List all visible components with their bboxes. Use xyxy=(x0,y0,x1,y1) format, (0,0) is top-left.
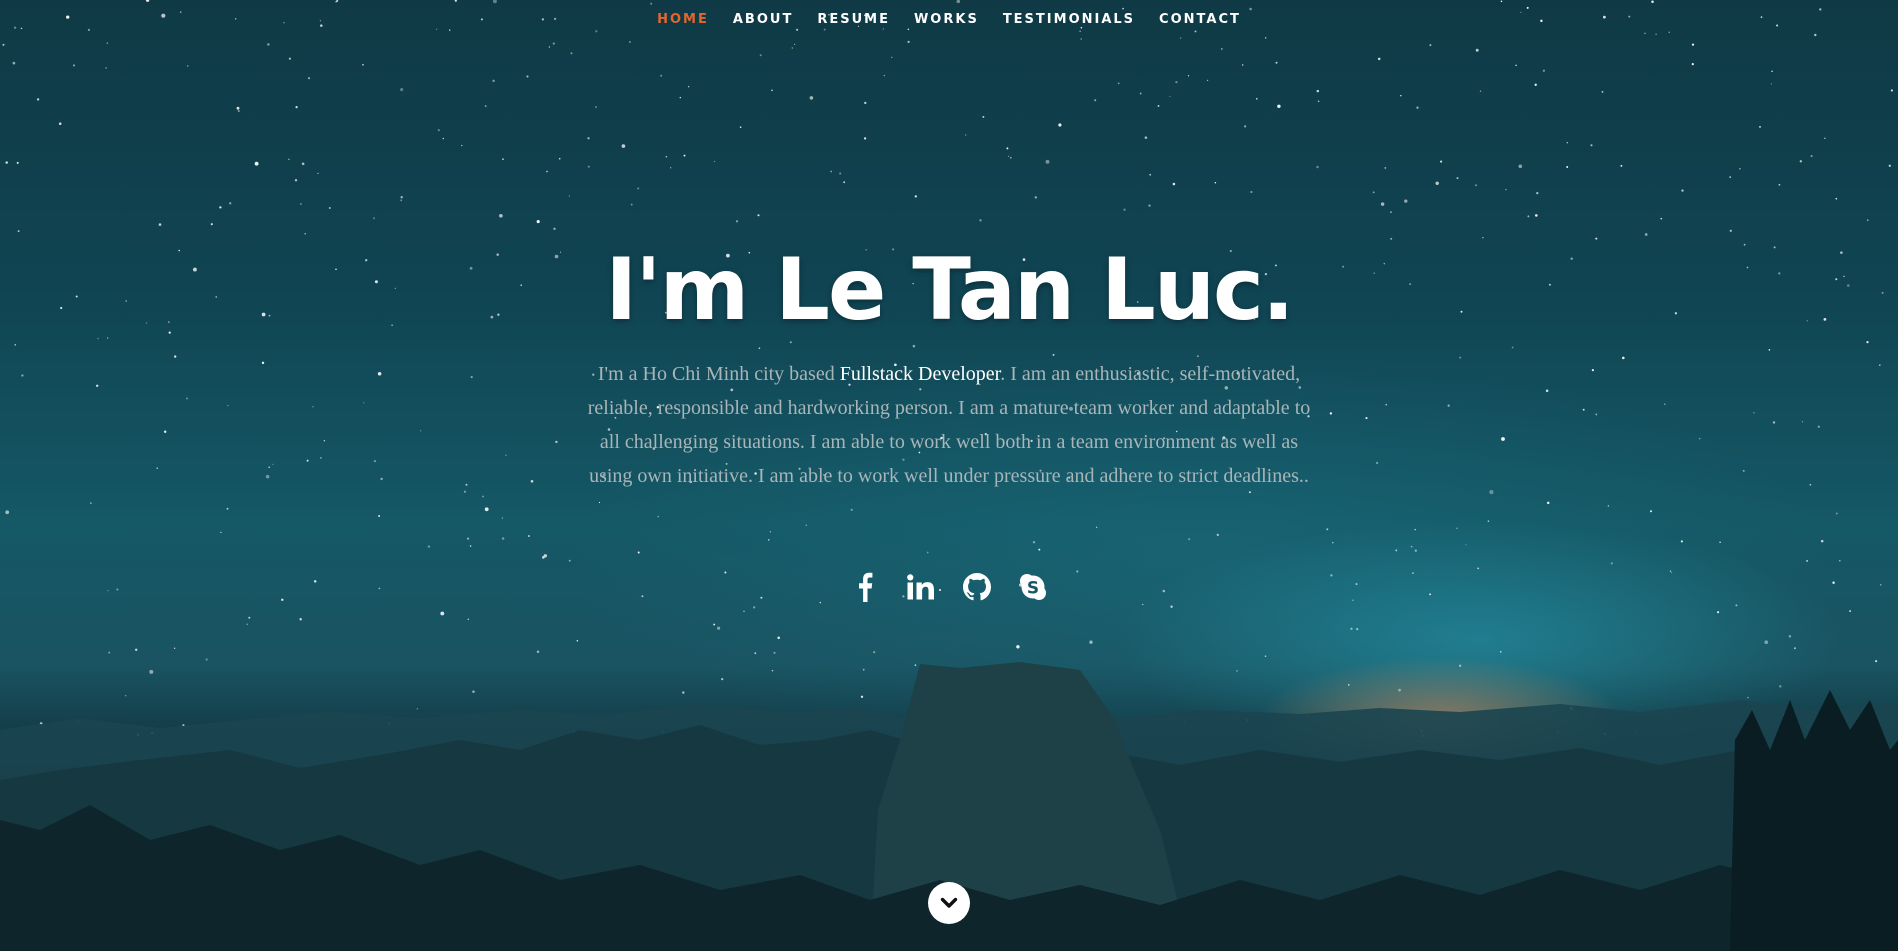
intro-text-start: I'm a Ho Chi Minh city based xyxy=(597,363,840,385)
social-links: S xyxy=(0,570,1898,604)
linkedin-icon xyxy=(907,574,934,600)
github-link[interactable] xyxy=(960,570,994,604)
hero-intro: I'm a Ho Chi Minh city based Fullstack D… xyxy=(584,357,1314,493)
chevron-down-icon xyxy=(940,897,958,908)
hero-section: HOME ABOUT RESUME WORKS TESTIMONIALS CON… xyxy=(0,0,1898,951)
github-icon xyxy=(963,573,991,601)
facebook-link[interactable] xyxy=(848,570,882,604)
svg-text:S: S xyxy=(1027,579,1039,599)
scroll-down-button[interactable] xyxy=(928,882,970,924)
nav-home[interactable]: HOME xyxy=(657,12,709,27)
facebook-icon xyxy=(859,572,873,602)
skype-link[interactable]: S xyxy=(1016,570,1050,604)
nav-works[interactable]: WORKS xyxy=(914,12,979,27)
intro-role: Fullstack Developer xyxy=(839,363,1001,385)
hero-headline: I'm Le Tan Luc. xyxy=(605,240,1294,340)
linkedin-link[interactable] xyxy=(904,570,938,604)
nav-about[interactable]: ABOUT xyxy=(733,12,793,27)
main-nav: HOME ABOUT RESUME WORKS TESTIMONIALS CON… xyxy=(0,12,1898,27)
nav-resume[interactable]: RESUME xyxy=(817,12,890,27)
nav-contact[interactable]: CONTACT xyxy=(1159,12,1241,27)
nav-testimonials[interactable]: TESTIMONIALS xyxy=(1003,12,1135,27)
skype-icon: S xyxy=(1020,574,1046,600)
